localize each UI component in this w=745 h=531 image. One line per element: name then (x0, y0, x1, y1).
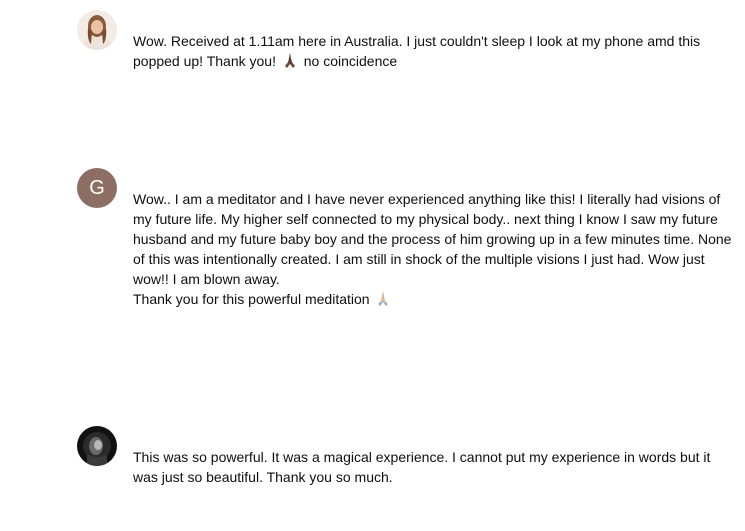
dark-photo-avatar-icon (77, 426, 117, 466)
comment-line: Thank you for this powerful meditation (133, 289, 737, 312)
praying-hands-icon (282, 53, 298, 74)
comment-line: wow!! I am blown away. (133, 271, 280, 287)
comment-line: my future life. My higher self connected… (133, 211, 718, 227)
comment-text-2: Wow.. I am a meditator and I have never … (133, 189, 737, 312)
comment-line: This was so powerful. It was a magical e… (133, 449, 711, 465)
woman-portrait-avatar-icon (77, 10, 117, 50)
comment-line: husband and my future baby boy and the p… (133, 231, 732, 247)
comment-line: was just so beautiful. Thank you so much… (133, 469, 393, 485)
comment-line: Wow.. I am a meditator and I have never … (133, 191, 721, 207)
praying-hands-icon (375, 291, 391, 312)
comment-fragment: popped up! Thank you! (133, 53, 276, 69)
comment-fragment: Thank you for this powerful meditation (133, 291, 370, 307)
comment-line: Wow. Received at 1.11am here in Australi… (133, 33, 701, 49)
comment-fragment: no coincidence (303, 53, 398, 69)
user-avatar-3[interactable] (77, 426, 117, 466)
user-avatar-1[interactable] (77, 10, 117, 50)
comment-text-3: This was so powerful. It was a magical e… (133, 447, 737, 487)
avatar-letter: G (89, 177, 105, 199)
user-avatar-2[interactable]: G (77, 168, 117, 208)
comment-line: popped up! Thank you! no coincidence (133, 51, 737, 74)
comment-line: of this was intentionally created. I am … (133, 251, 705, 267)
comment-text-1: Wow. Received at 1.11am here in Australi… (133, 31, 737, 74)
